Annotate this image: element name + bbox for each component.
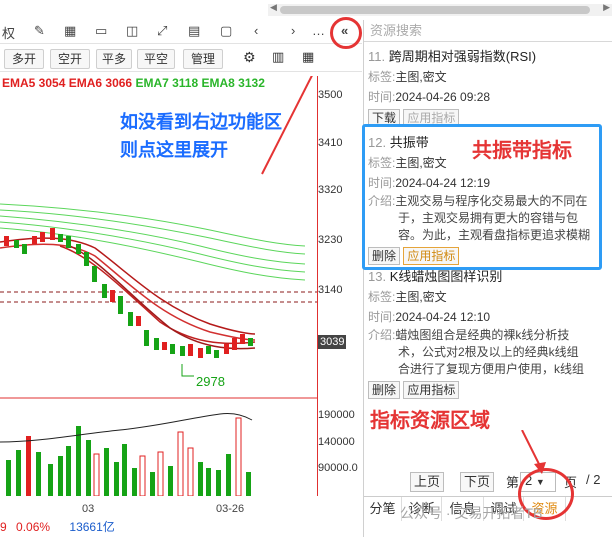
tab-fenbi[interactable]: 分笔	[364, 497, 402, 521]
layout-icon[interactable]: ▦	[302, 49, 314, 65]
price-tick: 3410	[318, 137, 343, 149]
price-tick: 3230	[318, 234, 343, 246]
status-volume: 13661亿	[69, 520, 115, 534]
volume-tick: 90000.0	[318, 462, 358, 474]
trade-button-row: 多开 空开 平多 平空 管理 ⚙ ▥ ▦	[0, 46, 362, 72]
resource-search-input[interactable]: 资源搜索	[364, 20, 612, 42]
price-axis: 3500 3410 3320 3230 3140 3039 190000 140…	[317, 76, 362, 496]
apply-indicator-button[interactable]: 应用指标	[403, 381, 460, 399]
item-tags: 主图,密文	[395, 70, 447, 84]
screen-icon[interactable]: ▢	[220, 23, 232, 39]
resource-item: 11. 跨周期相对强弱指数(RSI) 标签:主图,密文 时间:2024-04-2…	[368, 46, 604, 127]
item-time: 2024-04-26 09:28	[395, 90, 491, 104]
date-tick-1: 03	[82, 503, 95, 515]
expand-button-highlight	[330, 17, 362, 49]
item-title[interactable]: K线蜡烛图图样识别	[390, 269, 503, 284]
button-pingkong[interactable]: 平空	[137, 49, 175, 69]
volume-tick: 190000	[318, 409, 355, 421]
time-label: 时间:	[368, 310, 396, 324]
button-kongkai[interactable]: 空开	[50, 49, 90, 69]
page-total: / 2	[586, 472, 601, 487]
item-number: 11.	[368, 49, 386, 64]
tile-icon[interactable]: ▤	[188, 23, 200, 39]
item-time: 2024-04-24 12:10	[395, 310, 491, 324]
time-label: 时间:	[368, 90, 396, 104]
resource-item: 13. K线蜡烛图图样识别 标签:主图,密文 时间:2024-04-24 12:…	[368, 266, 604, 399]
date-tick-2: 03-26	[216, 503, 245, 515]
more-icon[interactable]: …	[312, 23, 325, 38]
low-price-label: 2978	[196, 374, 225, 389]
edit-icon[interactable]: ✎	[34, 23, 45, 39]
watermark: 公众号 · 交易开拓者TB	[400, 505, 543, 521]
horizontal-scrollbar[interactable]: ◀ ▶	[268, 2, 612, 16]
tag-label: 标签:	[368, 290, 396, 304]
item-desc-line: 合进行了复现方便用户使用，k线组	[398, 362, 585, 376]
tag-label: 标签:	[368, 70, 396, 84]
scroll-right-icon[interactable]: ▶	[603, 2, 610, 13]
item-number: 13.	[368, 269, 387, 284]
annotation-resource-area: 指标资源区域	[370, 410, 490, 432]
price-tick: 3320	[318, 184, 343, 196]
scroll-left-icon[interactable]: ◀	[270, 2, 277, 13]
fullscreen-icon[interactable]: ⤢	[157, 23, 167, 39]
annotation-expand-line2: 则点这里展开	[120, 140, 228, 160]
status-bar: 9 0.06% 13661亿	[0, 518, 115, 535]
panel-toggle-icon[interactable]: ▥	[272, 49, 284, 65]
window-icon[interactable]: ▭	[95, 23, 107, 39]
price-tick: 3500	[318, 89, 343, 101]
item-tags: 主图,密文	[395, 290, 447, 304]
volume-bars	[6, 417, 251, 496]
chevron-left-icon[interactable]: ‹	[254, 23, 258, 38]
chevron-right-icon[interactable]: ›	[291, 23, 295, 38]
settings-icon[interactable]: ⚙	[243, 49, 256, 66]
button-pingduo[interactable]: 平多	[96, 49, 132, 69]
annotation-expand-line1: 如没看到右边功能区	[120, 112, 282, 132]
chart-toolbar: 权 ✎ ▦ ▭ ◫ ⤢ ▤ ▢ ‹ › … «	[0, 20, 362, 44]
arrow-to-tab	[521, 430, 546, 474]
item-desc-line: 术，公式对2根及以上的经典k线组	[398, 345, 579, 359]
delete-button[interactable]: 删除	[368, 381, 401, 399]
item-desc-line: 蜡烛图组合是经典的裸k线分析技	[395, 328, 570, 342]
desc-label: 介绍:	[368, 328, 396, 342]
status-change: 0.06%	[16, 520, 51, 534]
button-guanli[interactable]: 管理	[183, 49, 223, 69]
chart-panel: 权 ✎ ▦ ▭ ◫ ⤢ ▤ ▢ ‹ › … « 多开 空开 平多 平空 管理 ⚙…	[0, 0, 362, 537]
resource-panel: 资源搜索 11. 跨周期相对强弱指数(RSI) 标签:主图,密文 时间:2024…	[363, 20, 612, 537]
prev-page-button[interactable]: 上页	[410, 472, 445, 492]
status-last: 9	[0, 520, 7, 534]
item-title[interactable]: 跨周期相对强弱指数(RSI)	[389, 49, 536, 64]
price-tick: 3140	[318, 284, 343, 296]
scrollbar-thumb[interactable]	[280, 6, 590, 14]
next-page-button[interactable]: 下页	[460, 472, 495, 492]
toolbar-first-char: 权	[2, 26, 16, 41]
annotation-resonance: 共振带指标	[472, 140, 572, 162]
current-price-tag: 3039	[318, 335, 347, 349]
grid-icon[interactable]: ▦	[64, 23, 76, 39]
panel-icon[interactable]: ◫	[126, 23, 138, 39]
volume-tick: 140000	[318, 436, 355, 448]
button-duokai[interactable]: 多开	[4, 49, 44, 69]
page-prefix: 第	[506, 475, 520, 490]
